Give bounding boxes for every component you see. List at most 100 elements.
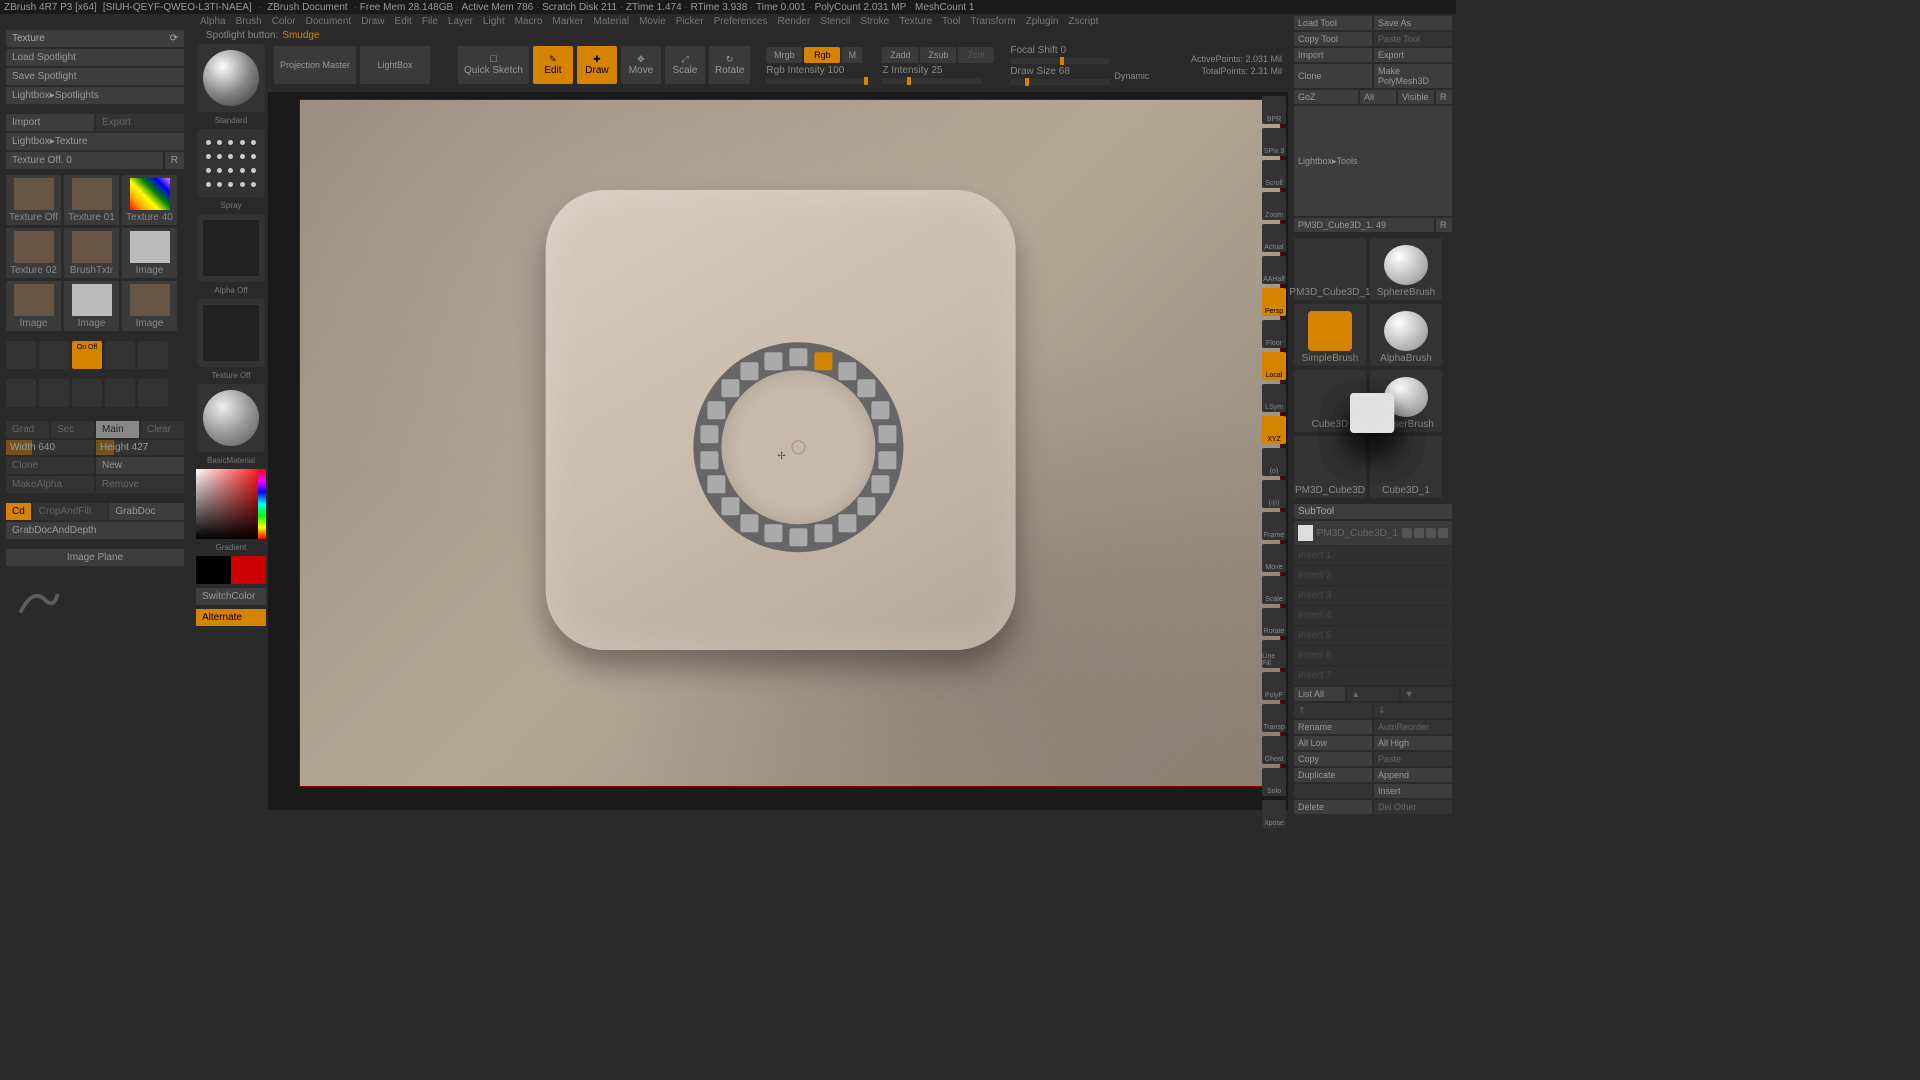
lightbox-button[interactable]: LightBox xyxy=(360,46,430,84)
dial-center-icon[interactable] xyxy=(791,440,805,454)
texture-thumb[interactable]: Texture 02 xyxy=(6,228,61,278)
menu-draw[interactable]: Draw xyxy=(361,16,384,27)
z-intensity-slider[interactable]: Z Intensity 25 xyxy=(882,65,994,84)
import-tool-button[interactable]: Import xyxy=(1294,48,1372,62)
export-tool-button[interactable]: Export xyxy=(1374,48,1452,62)
rail--button[interactable]: (◎) xyxy=(1262,480,1286,508)
rail-polyf-button[interactable]: PolyF xyxy=(1262,672,1286,700)
rail-xpose-button[interactable]: Xpose xyxy=(1262,800,1286,828)
goz-visible-button[interactable]: Visible xyxy=(1398,90,1434,104)
scale-button[interactable]: ⤢Scale xyxy=(665,46,705,84)
m-button[interactable]: M xyxy=(842,47,862,63)
cropfill-button[interactable]: CropAndFill xyxy=(33,503,108,520)
menu-zscript[interactable]: Zscript xyxy=(1068,16,1098,27)
append-button[interactable]: Append xyxy=(1374,768,1452,782)
menu-movie[interactable]: Movie xyxy=(639,16,666,27)
zadd-button[interactable]: Zadd xyxy=(882,47,918,63)
rail-floor-button[interactable]: Floor xyxy=(1262,320,1286,348)
menu-document[interactable]: Document xyxy=(306,16,352,27)
alpha-slot[interactable] xyxy=(197,214,265,282)
color-swatches[interactable] xyxy=(196,556,266,584)
del-other-button[interactable]: Del Other xyxy=(1374,800,1452,814)
menu-alpha[interactable]: Alpha xyxy=(200,16,226,27)
load-tool-button[interactable]: Load Tool xyxy=(1294,16,1372,30)
draw-size-slider[interactable]: Draw Size 68 xyxy=(1010,66,1110,85)
texture-thumb[interactable]: Image xyxy=(6,281,61,331)
lightbox-texture-button[interactable]: Lightbox▸Texture xyxy=(6,133,184,150)
texture-r-button[interactable]: R xyxy=(165,152,184,169)
tool-e-icon[interactable] xyxy=(138,379,168,407)
grad-button[interactable]: Grad xyxy=(6,421,49,438)
viewport[interactable]: ✢ xyxy=(300,100,1280,786)
load-spotlight-button[interactable]: Load Spotlight xyxy=(6,49,184,66)
list-all-button[interactable]: List All xyxy=(1294,687,1345,701)
duplicate-button[interactable]: Duplicate xyxy=(1294,768,1372,782)
texture-thumb[interactable]: Texture Off xyxy=(6,175,61,225)
dial-tool-icon[interactable] xyxy=(764,525,782,543)
dial-tool-icon[interactable] xyxy=(721,497,739,515)
width-slider[interactable]: Width 640 xyxy=(6,440,94,455)
menu-stroke[interactable]: Stroke xyxy=(860,16,889,27)
rail-linefill-button[interactable]: Line Fill xyxy=(1262,640,1286,668)
rgb-button[interactable]: Rgb xyxy=(804,47,840,63)
texture-slot[interactable] xyxy=(197,299,265,367)
copy-tool-button[interactable]: Copy Tool xyxy=(1294,32,1372,46)
color-picker[interactable] xyxy=(196,469,266,539)
mrgb-button[interactable]: Mrgb xyxy=(766,47,802,63)
tool-thumb[interactable]: Cube3D_1 xyxy=(1370,436,1442,498)
rotate-button[interactable]: ↻Rotate xyxy=(709,46,750,84)
rail-transp-button[interactable]: Transp xyxy=(1262,704,1286,732)
dial-tool-icon[interactable] xyxy=(838,514,856,532)
rail-scale-button[interactable]: Scale xyxy=(1262,576,1286,604)
dial-tool-icon[interactable] xyxy=(838,362,856,380)
autoreorder-button[interactable]: AutoReorder xyxy=(1374,720,1452,734)
menu-preferences[interactable]: Preferences xyxy=(714,16,768,27)
dial-tool-icon[interactable] xyxy=(741,362,759,380)
grabdocdepth-button[interactable]: GrabDocAndDepth xyxy=(6,522,184,539)
flip-h-icon[interactable] xyxy=(6,341,36,369)
subtool-slot[interactable]: Insert 4 xyxy=(1294,606,1452,625)
dynamic-label[interactable]: Dynamic xyxy=(1114,71,1149,81)
dial-tool-icon[interactable] xyxy=(871,401,889,419)
focal-shift-slider[interactable]: Focal Shift 0 xyxy=(1010,45,1149,64)
move-button[interactable]: ✥Move xyxy=(621,46,661,84)
dial-tool-icon[interactable] xyxy=(708,401,726,419)
subtool-slot[interactable]: Insert 1 xyxy=(1294,546,1452,565)
tool-thumb[interactable]: SphereBrush xyxy=(1370,238,1442,300)
texture-thumb[interactable]: Image xyxy=(122,281,177,331)
rail-scroll-button[interactable]: Scroll xyxy=(1262,160,1286,188)
rail-zoom-button[interactable]: Zoom xyxy=(1262,192,1286,220)
menu-tool[interactable]: Tool xyxy=(942,16,960,27)
menu-zplugin[interactable]: Zplugin xyxy=(1026,16,1059,27)
subtool-header[interactable]: SubTool xyxy=(1294,504,1452,519)
dial-tool-icon[interactable] xyxy=(721,379,739,397)
texture-thumb[interactable]: Image xyxy=(64,281,119,331)
dial-tool-icon[interactable] xyxy=(741,514,759,532)
subtool-slot[interactable]: Insert 2 xyxy=(1294,566,1452,585)
menu-file[interactable]: File xyxy=(422,16,438,27)
goz-r-button[interactable]: R xyxy=(1436,90,1452,104)
menu-layer[interactable]: Layer xyxy=(448,16,473,27)
dial-tool-icon[interactable] xyxy=(789,528,807,546)
save-spotlight-button[interactable]: Save Spotlight xyxy=(6,68,184,85)
dial-tool-icon[interactable] xyxy=(878,425,896,443)
current-tool-button[interactable]: PM3D_Cube3D_1. 49 xyxy=(1294,218,1434,232)
rail-spix3-button[interactable]: SPix 3 xyxy=(1262,128,1286,156)
tool-b-icon[interactable] xyxy=(39,379,69,407)
make-polymesh-button[interactable]: Make PolyMesh3D xyxy=(1374,64,1452,88)
on-off-toggle[interactable]: On Off xyxy=(72,341,102,369)
alternate-button[interactable]: Alternate xyxy=(196,609,266,626)
texture-thumb[interactable]: BrushTxtr xyxy=(64,228,119,278)
dial-tool-icon[interactable] xyxy=(700,425,718,443)
image-plane-button[interactable]: Image Plane xyxy=(6,549,184,566)
lightbox-tools-button[interactable]: Lightbox▸Tools xyxy=(1294,106,1452,216)
goz-button[interactable]: GoZ xyxy=(1294,90,1358,104)
menu-picker[interactable]: Picker xyxy=(676,16,704,27)
height-slider[interactable]: Height 427 xyxy=(96,440,184,455)
edit-button[interactable]: ✎Edit xyxy=(533,46,573,84)
quicksketch-button[interactable]: ☐Quick Sketch xyxy=(458,46,529,84)
dial-tool-icon[interactable] xyxy=(857,497,875,515)
export-button[interactable]: Export xyxy=(96,114,184,131)
zcut-button[interactable]: Zcut xyxy=(958,47,994,63)
cd-button[interactable]: Cd xyxy=(6,503,31,520)
